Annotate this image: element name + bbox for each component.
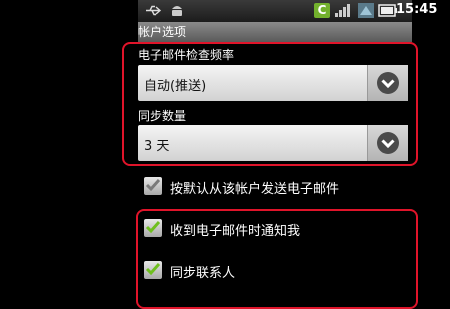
status-clock: 15:45 (396, 2, 438, 17)
android-icon (172, 6, 182, 16)
carrier-icon: C (314, 3, 330, 18)
left-bezel (0, 0, 138, 300)
default-account-label: 按默认从该帐户发送电子邮件 (170, 182, 340, 197)
battery-icon (378, 4, 397, 17)
status-bar: C 15:45 (138, 0, 437, 22)
highlight-box-checkboxes (136, 209, 418, 309)
signal-icon (335, 4, 350, 17)
highlight-box-dropdowns (122, 42, 418, 166)
default-account-checkbox[interactable] (144, 177, 162, 195)
page-title: 帐户选项 (138, 22, 412, 42)
wifi-icon (358, 3, 374, 18)
usb-icon (146, 5, 162, 16)
checkmark-icon (145, 179, 161, 192)
